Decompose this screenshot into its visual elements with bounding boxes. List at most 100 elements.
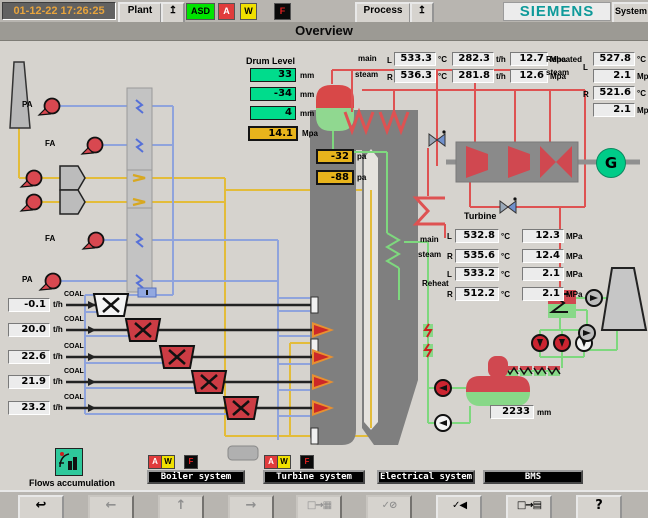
- unit-label: °C: [438, 72, 447, 81]
- unit-label: pa: [357, 173, 366, 182]
- print-screen-icon[interactable]: □→▤: [506, 495, 552, 518]
- drum-level-value: 33: [250, 68, 296, 82]
- coal-flow-value: 20.0: [8, 323, 50, 337]
- turbine-temp: 535.6: [455, 249, 499, 263]
- reheat-press: 2.1: [593, 103, 635, 117]
- turbine-alarm-f[interactable]: F: [300, 455, 314, 469]
- tag-label: L: [583, 63, 588, 72]
- coal-flow-value: 23.2: [8, 401, 50, 415]
- datetime-display: 01-12-22 17:26:25: [2, 2, 116, 20]
- system-button[interactable]: System: [612, 2, 648, 24]
- unit-label: Mpa: [637, 72, 648, 81]
- boiler-system-button[interactable]: Boiler system: [147, 470, 245, 484]
- main-steam-flow: 281.8: [452, 69, 494, 83]
- unit-label: t/h: [496, 55, 506, 64]
- next-page-icon[interactable]: →: [228, 495, 274, 518]
- navigation-bar: ↩ ← ↑ → □→▦ ✓⊘ ✓◀ □→▤ ?: [0, 490, 648, 518]
- alarm-a-indicator[interactable]: A: [218, 3, 235, 20]
- main-steam-press: 12.6: [510, 69, 548, 83]
- main-steam-temp: 536.3: [394, 69, 436, 83]
- asd-indicator[interactable]: ASD: [186, 3, 215, 20]
- prev-page-icon[interactable]: ←: [88, 495, 134, 518]
- boiler-alarm-w[interactable]: W: [161, 455, 175, 469]
- page-up-icon[interactable]: ↑: [158, 495, 204, 518]
- reheated-steam-label: steam: [546, 68, 569, 77]
- coal-flow-value: 22.6: [8, 350, 50, 364]
- unit-label: mm: [300, 90, 314, 99]
- turbine-temp: 533.2: [455, 267, 499, 281]
- tag-label: L: [387, 56, 392, 65]
- page-title: Overview: [0, 22, 648, 41]
- fa-fan-label: FA: [45, 139, 55, 148]
- unit-label: MPa: [566, 290, 582, 299]
- air-damper-icon[interactable]: [138, 288, 156, 297]
- coal-label: COAL: [64, 291, 84, 298]
- coal-label: COAL: [64, 343, 84, 350]
- help-icon[interactable]: ?: [576, 495, 622, 518]
- process-jump-up-icon[interactable]: ↥: [410, 2, 434, 24]
- plant-button[interactable]: Plant: [118, 2, 162, 24]
- tag-label: R: [387, 73, 393, 82]
- boiler-alarm-a[interactable]: A: [148, 455, 162, 469]
- turbine-reheat-label: Reheat: [422, 279, 449, 288]
- unit-label: t/h: [53, 300, 63, 309]
- drum-level-label: Drum Level: [246, 56, 295, 66]
- id-fan-icon: [21, 195, 42, 212]
- main-steam-temp: 533.3: [394, 52, 436, 66]
- feedwater-pump-icon-stopped: [435, 415, 451, 431]
- unit-label: °C: [637, 55, 646, 64]
- turbine-press: 2.1: [522, 267, 564, 281]
- alarm-f-indicator[interactable]: F: [274, 3, 291, 20]
- turbine-press: 12.3: [522, 229, 564, 243]
- unit-label: °C: [501, 232, 510, 241]
- reheat-press: 2.1: [593, 69, 635, 83]
- tag-label: R: [447, 290, 453, 299]
- furnace-pressure-value: -32: [316, 149, 354, 164]
- turbine-label: Turbine: [464, 211, 496, 221]
- flows-glyph: [56, 449, 80, 473]
- unit-label: °C: [501, 270, 510, 279]
- copy-view-icon[interactable]: □→▦: [296, 495, 342, 518]
- main-steam-press: 12.7: [510, 52, 548, 66]
- steam-valve-icon[interactable]: [500, 197, 517, 213]
- generator-icon[interactable]: G: [596, 148, 626, 178]
- air-preheater: [127, 88, 152, 292]
- unit-label: MPa: [566, 232, 582, 241]
- main-steam-flow: 282.3: [452, 52, 494, 66]
- back-icon[interactable]: ↩: [18, 495, 64, 518]
- unit-label: t/h: [53, 352, 63, 361]
- fa-fan-icon: [82, 138, 103, 155]
- unit-label: °C: [501, 290, 510, 299]
- deaerator-level-value: 2233: [490, 405, 534, 419]
- drum-level-value: -34: [250, 87, 296, 101]
- unit-label: pa: [357, 152, 366, 161]
- air-pipes: [60, 106, 311, 440]
- cooling-tower: [602, 268, 646, 330]
- jump-up-icon[interactable]: ↥: [161, 2, 185, 24]
- acknowledge-icon[interactable]: ✓◀: [436, 495, 482, 518]
- reheated-steam-label: Reheated: [546, 55, 582, 64]
- unit-label: t/h: [53, 403, 63, 412]
- unit-label: °C: [501, 252, 510, 261]
- process-button[interactable]: Process: [355, 2, 411, 24]
- coal-flow-value: 21.9: [8, 375, 50, 389]
- turbine-temp: 532.8: [455, 229, 499, 243]
- reheat-temp: 521.6: [593, 86, 635, 100]
- bms-button[interactable]: BMS: [483, 470, 583, 484]
- turbine-alarm-a[interactable]: A: [264, 455, 278, 469]
- alarm-w-indicator[interactable]: W: [240, 3, 257, 20]
- acknowledge-cancel-icon[interactable]: ✓⊘: [366, 495, 412, 518]
- boiler-alarm-f[interactable]: F: [184, 455, 198, 469]
- feedwater-pump-icon: [435, 380, 451, 396]
- flows-accumulation-icon[interactable]: [55, 448, 83, 476]
- turbine-system-button[interactable]: Turbine system: [263, 470, 365, 484]
- top-toolbar: 01-12-22 17:26:25 Plant ↥ ASD A W F Proc…: [0, 0, 648, 23]
- tag-label: R: [447, 252, 453, 261]
- reheat-temp: 527.8: [593, 52, 635, 66]
- drum-pressure-value: 14.1: [248, 126, 298, 141]
- siemens-logo: SIEMENS: [503, 2, 611, 21]
- electrical-system-button[interactable]: Electrical system: [377, 470, 475, 484]
- unit-label: mm: [300, 71, 314, 80]
- turbine-alarm-w[interactable]: W: [277, 455, 291, 469]
- unit-label: t/h: [496, 72, 506, 81]
